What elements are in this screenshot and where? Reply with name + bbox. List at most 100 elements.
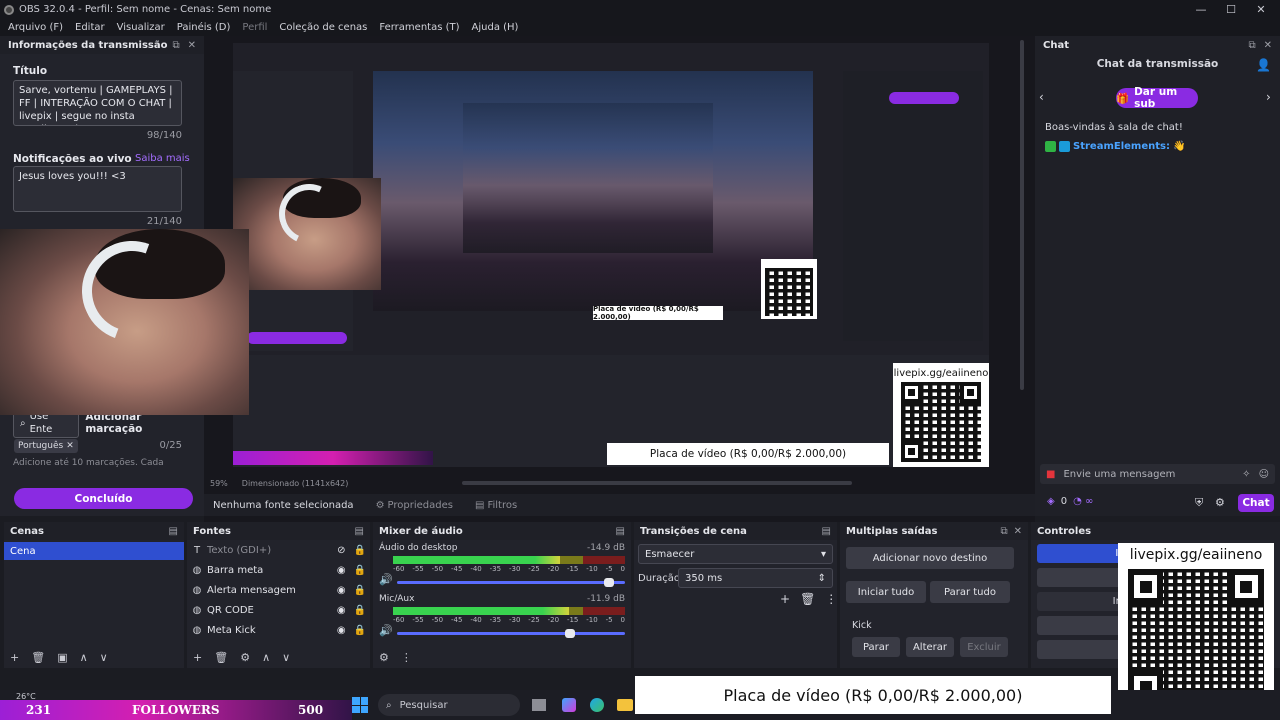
search-icon: ⌕ — [386, 699, 392, 711]
eye-hidden-icon[interactable]: ⊘ — [337, 545, 345, 556]
close-window-button[interactable]: ✕ — [1246, 0, 1276, 19]
shield-icon[interactable]: ⛨ — [1195, 496, 1203, 510]
duration-stepper[interactable]: 350 ms ⇕ — [678, 568, 833, 588]
add-icon[interactable]: + — [780, 592, 790, 606]
mixer-title: Mixer de áudio — [379, 525, 463, 537]
menu-help[interactable]: Ajuda (H) — [472, 22, 519, 33]
arrow-up-icon[interactable]: ∧ — [262, 651, 270, 664]
trash-icon[interactable]: 🗑 — [214, 651, 228, 664]
users-icon[interactable]: 👤 — [1256, 58, 1271, 72]
chevron-right-icon[interactable]: › — [1266, 90, 1271, 104]
scene-item[interactable]: Cena — [4, 542, 184, 560]
eye-icon[interactable]: ◉ — [337, 565, 346, 576]
delete-button[interactable]: Excluir — [960, 637, 1008, 657]
alter-button[interactable]: Alterar — [906, 637, 954, 657]
source-toolbar: Nenhuma fonte selecionada ⚙ Propriedades … — [204, 494, 1035, 516]
panel-menu-icon[interactable]: ▤ — [169, 526, 178, 537]
audio-mixer-panel: Mixer de áudio ▤ Áudio do desktop -14.9 dB… — [373, 522, 631, 668]
more-options-icon[interactable]: ⋮ — [825, 592, 837, 606]
saiba-mais-link[interactable]: Saiba mais — [135, 153, 190, 164]
stop-button[interactable]: Parar — [852, 637, 900, 657]
add-icon[interactable]: + — [10, 651, 19, 664]
trash-icon[interactable]: 🗑 — [800, 592, 815, 606]
close-dock-icon[interactable]: ✕ — [188, 40, 196, 51]
arrow-down-icon[interactable]: ∨ — [282, 651, 290, 664]
notifications-input[interactable]: Jesus loves you!!! <3 — [13, 166, 182, 212]
source-row[interactable]: ◍ QR CODE ◉ 🔒 — [187, 600, 370, 620]
properties-button[interactable]: ⚙ Propriedades — [376, 500, 453, 511]
lock-icon[interactable]: 🔒 — [354, 545, 366, 556]
settings-icon[interactable]: ⚙ — [1215, 496, 1225, 509]
lock-icon[interactable]: 🔒 — [354, 565, 366, 576]
arrow-down-icon[interactable]: ∨ — [100, 651, 108, 664]
start-all-button[interactable]: Iniciar tudo — [846, 581, 926, 603]
language-tag[interactable]: Português ✕ — [14, 439, 78, 453]
taskbar-search[interactable]: ⌕ Pesquisar — [378, 694, 520, 716]
speaker-icon[interactable]: 🔊 — [379, 624, 393, 637]
close-dock-icon[interactable]: ✕ — [1014, 526, 1022, 537]
filter-icon[interactable]: ▣ — [57, 651, 67, 664]
transition-select[interactable]: Esmaecer ▾ — [638, 544, 833, 564]
chat-input[interactable]: ■ Envie uma mensagem ✧ ☺ — [1040, 464, 1275, 484]
menu-tools[interactable]: Ferramentas (T) — [379, 22, 459, 33]
eye-icon[interactable]: ◉ — [337, 585, 346, 596]
lock-icon[interactable]: 🔒 — [354, 585, 366, 596]
zoom-level[interactable]: 59% — [210, 479, 228, 488]
nested-sub-button — [889, 92, 959, 104]
source-row[interactable]: T Texto (GDI+) ⊘ 🔒 — [187, 540, 370, 560]
eye-icon[interactable]: ◉ — [337, 605, 346, 616]
advanced-audio-icon[interactable]: ⚙ — [379, 651, 389, 664]
chat-author[interactable]: StreamElements: — [1073, 141, 1170, 152]
menu-scene-collection[interactable]: Coleção de cenas — [279, 22, 367, 33]
source-row[interactable]: ◍ Barra meta ◉ 🔒 — [187, 560, 370, 580]
preview-hscrollbar[interactable] — [462, 481, 853, 485]
trash-icon[interactable]: 🗑 — [31, 651, 45, 664]
menu-view[interactable]: Visualizar — [117, 22, 165, 33]
speaker-icon[interactable]: 🔊 — [379, 573, 393, 586]
filter-icon: ▤ — [474, 499, 485, 511]
undock-icon[interactable]: ⧉ — [1248, 40, 1255, 51]
more-options-icon[interactable]: ⋮ — [401, 651, 412, 664]
filters-button[interactable]: ▤ Filtros — [475, 500, 517, 511]
maximize-button[interactable]: ☐ — [1216, 0, 1246, 19]
panel-menu-icon[interactable]: ▤ — [355, 526, 364, 537]
windows-start-icon[interactable] — [352, 697, 368, 713]
eye-icon[interactable]: ◉ — [337, 625, 346, 636]
source-row[interactable]: ◍ Meta Kick ◉ 🔒 — [187, 620, 370, 640]
volume-slider[interactable] — [396, 629, 625, 638]
volume-slider[interactable] — [396, 578, 625, 587]
sparkle-icon[interactable]: ✧ — [1242, 469, 1250, 480]
undock-icon[interactable]: ⧉ — [1000, 526, 1007, 537]
add-icon[interactable]: + — [193, 651, 202, 664]
stream-preview[interactable]: Placa de vídeo (R$ 0,00/R$ 2.000,00) liv… — [233, 43, 989, 467]
copilot-icon[interactable] — [562, 698, 576, 712]
menu-edit[interactable]: Editar — [75, 22, 105, 33]
lock-icon[interactable]: 🔒 — [354, 605, 366, 616]
preview-vscrollbar[interactable] — [1020, 40, 1024, 390]
remove-tag-icon[interactable]: ✕ — [66, 441, 74, 451]
emoji-icon[interactable]: ☺ — [1259, 469, 1269, 480]
task-view-icon[interactable] — [532, 699, 546, 711]
edge-icon[interactable] — [590, 698, 604, 712]
source-row[interactable]: ◍ Alerta mensagem ◉ 🔒 — [187, 580, 370, 600]
close-dock-icon[interactable]: ✕ — [1264, 40, 1272, 51]
panel-menu-icon[interactable]: ▤ — [616, 526, 625, 537]
menu-file[interactable]: Arquivo (F) — [8, 22, 63, 33]
lock-icon[interactable]: 🔒 — [354, 625, 366, 636]
title-input[interactable]: Sarve, vortemu | GAMEPLAYS | FF | INTERA… — [13, 80, 182, 126]
undock-icon[interactable]: ⧉ — [172, 40, 179, 51]
window-titlebar: OBS 32.0.4 - Perfil: Sem nome - Cenas: S… — [0, 0, 1280, 19]
arrow-up-icon[interactable]: ∧ — [80, 651, 88, 664]
minimize-button[interactable]: — — [1186, 0, 1216, 19]
chevron-left-icon[interactable]: ‹ — [1039, 90, 1044, 104]
gear-icon[interactable]: ⚙ — [240, 651, 250, 664]
panel-menu-icon[interactable]: ▤ — [822, 526, 831, 537]
menu-profile[interactable]: Perfil — [242, 22, 267, 33]
explorer-icon[interactable] — [617, 699, 633, 711]
add-destination-button[interactable]: Adicionar novo destino — [846, 547, 1014, 569]
menu-docks[interactable]: Painéis (D) — [177, 22, 231, 33]
chat-send-button[interactable]: Chat — [1238, 494, 1274, 512]
sub-button[interactable]: 🎁 Dar um sub — [1116, 86, 1198, 110]
done-button[interactable]: Concluído — [14, 488, 193, 509]
stop-all-button[interactable]: Parar tudo — [930, 581, 1010, 603]
